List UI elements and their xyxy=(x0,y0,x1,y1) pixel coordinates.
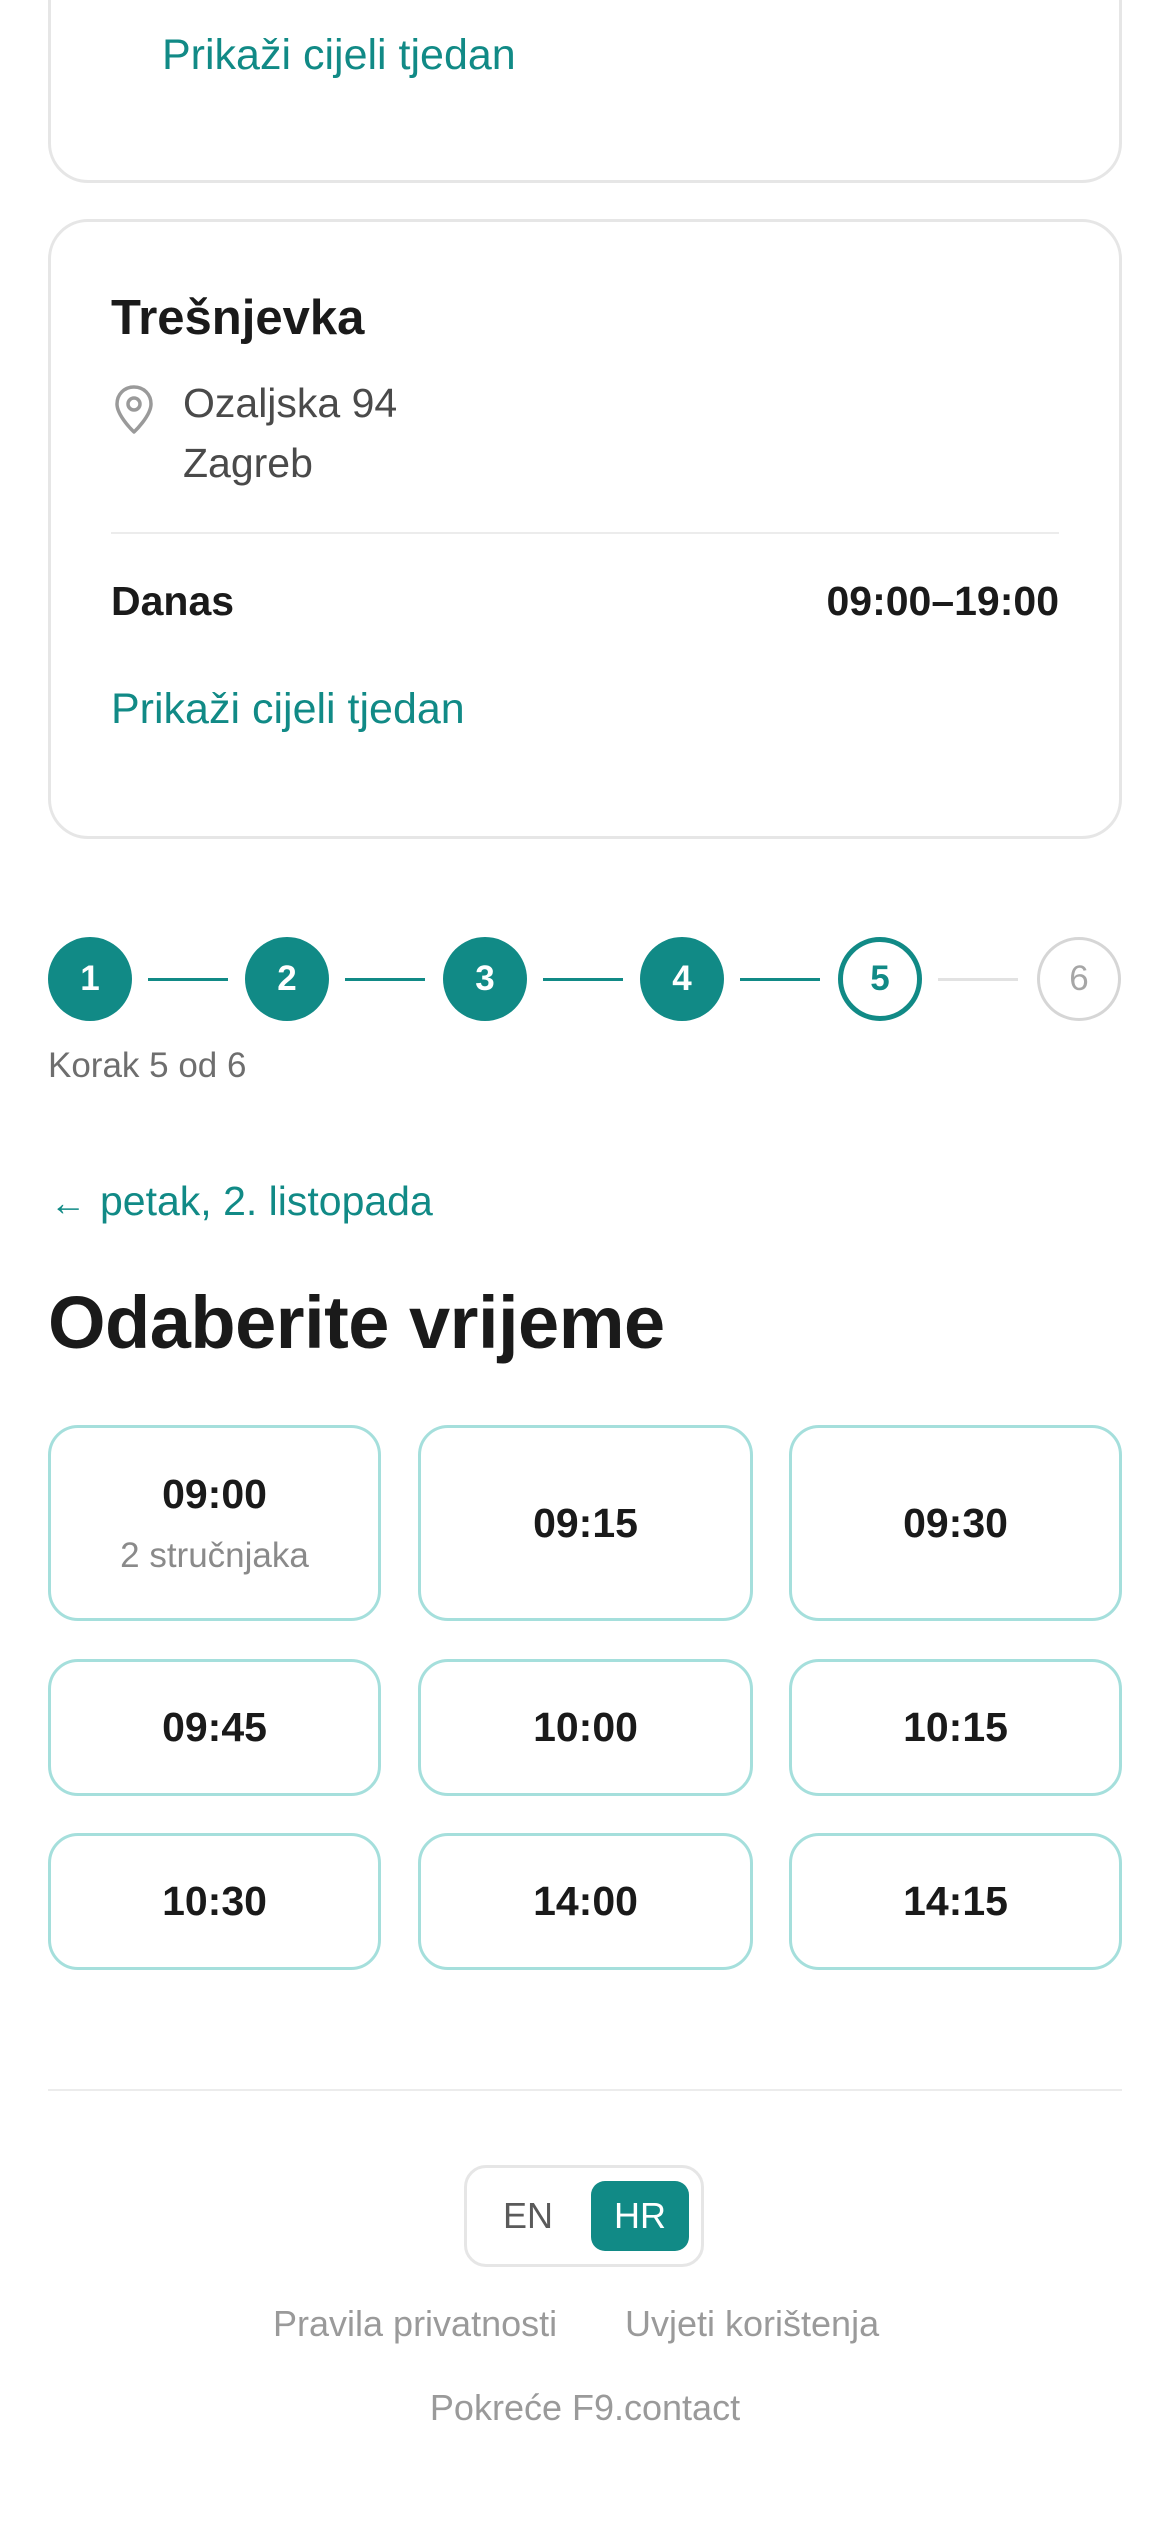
language-en-button[interactable]: EN xyxy=(479,2181,577,2251)
back-to-date-link[interactable]: ← petak, 2. listopada xyxy=(50,1178,433,1225)
privacy-policy-link[interactable]: Pravila privatnosti xyxy=(273,2303,557,2345)
page-title: Odaberite vrijeme xyxy=(48,1281,665,1364)
slot-time: 10:00 xyxy=(533,1704,638,1750)
language-hr-button[interactable]: HR xyxy=(591,2181,689,2251)
time-slot[interactable]: 09:00 2 stručnjaka xyxy=(48,1425,381,1621)
time-slot[interactable]: 09:15 xyxy=(418,1425,753,1621)
step-1: 1 xyxy=(48,937,132,1021)
today-label: Danas xyxy=(111,578,235,624)
step-connector xyxy=(543,978,623,981)
slot-time: 10:30 xyxy=(162,1878,267,1924)
time-slot[interactable]: 14:00 xyxy=(418,1833,753,1970)
show-week-link[interactable]: Prikaži cijeli tjedan xyxy=(111,685,465,734)
show-week-link[interactable]: Prikaži cijeli tjedan xyxy=(162,31,516,80)
slot-experts-count: 2 stručnjaka xyxy=(120,1535,309,1575)
step-5-current: 5 xyxy=(838,937,922,1021)
today-hours: 09:00–19:00 xyxy=(826,578,1059,624)
terms-of-use-link[interactable]: Uvjeti korištenja xyxy=(625,2303,879,2345)
slot-time: 09:45 xyxy=(162,1704,267,1750)
powered-by-text: Pokreće F9.contact xyxy=(429,2387,741,2428)
time-slot[interactable]: 09:30 xyxy=(789,1425,1122,1621)
step-2: 2 xyxy=(245,937,329,1021)
address-street: Ozaljska 94 xyxy=(183,380,398,426)
location-name: Trešnjevka xyxy=(111,291,365,345)
step-connector xyxy=(740,978,820,981)
slot-time: 09:00 xyxy=(162,1470,267,1517)
slot-time: 14:15 xyxy=(903,1878,1008,1924)
step-connector xyxy=(938,978,1018,981)
address-city: Zagreb xyxy=(183,440,313,486)
time-slot[interactable]: 09:45 xyxy=(48,1659,381,1796)
step-progress-text: Korak 5 od 6 xyxy=(48,1046,247,1085)
time-slot[interactable]: 14:15 xyxy=(789,1833,1122,1970)
step-connector xyxy=(345,978,425,981)
slot-time: 10:15 xyxy=(903,1704,1008,1750)
step-6: 6 xyxy=(1037,937,1121,1021)
time-slot[interactable]: 10:30 xyxy=(48,1833,381,1970)
arrow-left-icon: ← xyxy=(50,1182,86,1223)
location-card-previous: Prikaži cijeli tjedan xyxy=(48,0,1122,183)
time-slot[interactable]: 10:00 xyxy=(418,1659,753,1796)
step-connector xyxy=(148,978,228,981)
back-link-label: petak, 2. listopada xyxy=(100,1178,433,1224)
time-slot[interactable]: 10:15 xyxy=(789,1659,1122,1796)
footer-divider xyxy=(48,2089,1122,2091)
language-switcher: EN HR xyxy=(464,2165,704,2267)
step-4: 4 xyxy=(640,937,724,1021)
step-3: 3 xyxy=(443,937,527,1021)
slot-time: 14:00 xyxy=(533,1878,638,1924)
slot-time: 09:30 xyxy=(903,1499,1008,1546)
location-pin-icon xyxy=(115,385,153,434)
card-divider xyxy=(111,532,1059,534)
slot-time: 09:15 xyxy=(533,1499,638,1546)
